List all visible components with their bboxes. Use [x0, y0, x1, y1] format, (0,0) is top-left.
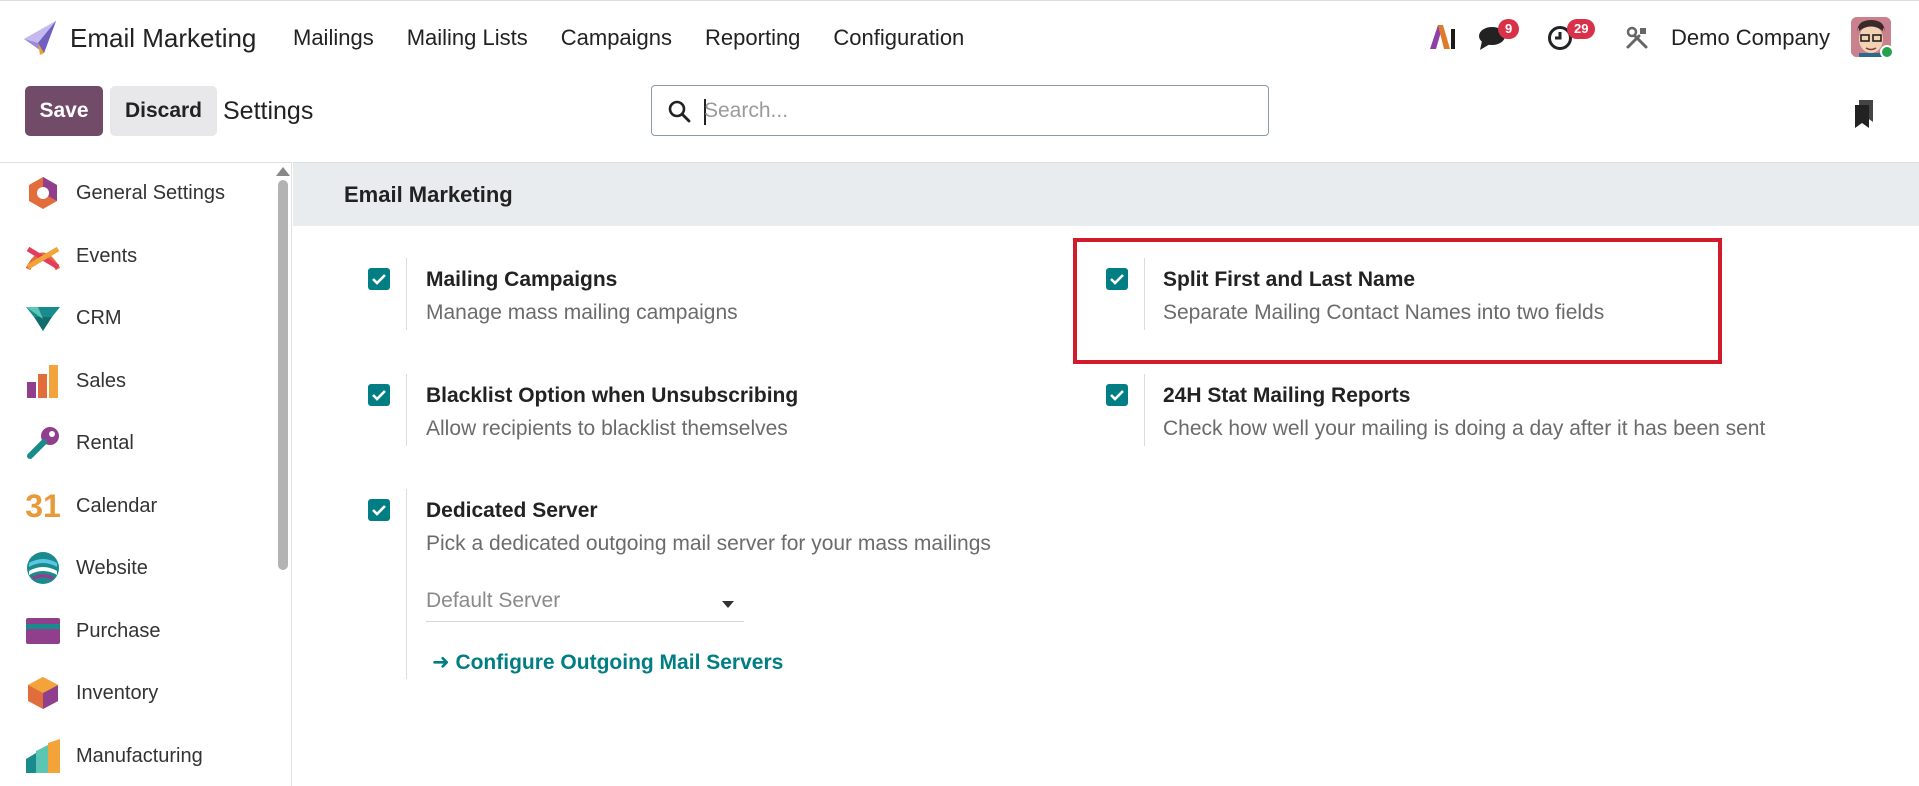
breadcrumb: Settings: [223, 97, 314, 125]
highlight-box: [1073, 238, 1722, 364]
setting-divider: [406, 489, 407, 679]
setting-divider: [1144, 374, 1145, 446]
menu-configuration[interactable]: Configuration: [833, 25, 964, 51]
sidebar-item-label: Sales: [76, 369, 127, 392]
sidebar-item-label: Rental: [76, 431, 134, 454]
dedicated-server-description: Pick a dedicated outgoing mail server fo…: [426, 532, 991, 555]
stat-reports-checkbox[interactable]: [1106, 384, 1128, 406]
scroll-up-arrow[interactable]: [276, 167, 290, 176]
search-icon: [668, 100, 691, 123]
sidebar-item-events[interactable]: Events: [0, 229, 270, 283]
blacklist-option-checkbox[interactable]: [368, 384, 390, 406]
blacklist-option-description: Allow recipients to blacklist themselves: [426, 417, 788, 440]
search-input[interactable]: [702, 96, 1242, 126]
menu-mailings[interactable]: Mailings: [293, 25, 374, 51]
top-navbar: Email Marketing Mailings Mailing Lists C…: [0, 0, 1919, 76]
menu-reporting[interactable]: Reporting: [705, 25, 800, 51]
menu-mailing-lists[interactable]: Mailing Lists: [407, 25, 528, 51]
mail-server-select-value: Default Server: [426, 589, 561, 612]
discard-button[interactable]: Discard: [110, 86, 217, 136]
mailing-campaigns-description: Manage mass mailing campaigns: [426, 301, 738, 324]
mail-server-select[interactable]: Default Server: [426, 589, 744, 622]
general-settings-icon: [29, 177, 57, 209]
blacklist-option-title: Blacklist Option when Unsubscribing: [426, 384, 799, 407]
sidebar-item-label: Purchase: [76, 619, 161, 642]
manufacturing-icon: [26, 739, 60, 773]
ai-icon[interactable]: [1428, 23, 1456, 51]
website-icon: [27, 552, 59, 584]
setting-divider: [406, 258, 407, 330]
inventory-icon: [28, 677, 58, 709]
menu-campaigns[interactable]: Campaigns: [561, 25, 672, 51]
settings-sidebar: General Settings Events CRM Sales Rental…: [0, 162, 292, 786]
mailing-campaigns-title: Mailing Campaigns: [426, 268, 618, 291]
activities-count-badge: 29: [1567, 19, 1596, 39]
sidebar-item-calendar[interactable]: 31 Calendar: [0, 479, 270, 533]
tools-icon[interactable]: [1625, 26, 1649, 50]
sidebar-item-general-settings[interactable]: General Settings: [0, 166, 270, 220]
sidebar-item-label: Inventory: [76, 681, 159, 704]
configure-link-label: Configure Outgoing Mail Servers: [455, 651, 784, 674]
company-switcher[interactable]: Demo Company: [1671, 25, 1830, 51]
setting-divider: [406, 374, 407, 446]
checkmark-icon: [372, 274, 386, 285]
sidebar-item-crm[interactable]: CRM: [0, 291, 270, 345]
stat-reports-description: Check how well your mailing is doing a d…: [1163, 417, 1766, 440]
rental-icon: [27, 427, 59, 459]
search-box[interactable]: [651, 85, 1269, 136]
sales-icon: [27, 365, 58, 398]
dedicated-server-checkbox[interactable]: [368, 499, 390, 521]
email-marketing-logo-icon[interactable]: [22, 19, 58, 57]
messages-count-badge: 9: [1498, 19, 1520, 39]
sidebar-item-website[interactable]: Website: [0, 541, 270, 595]
checkmark-icon: [372, 505, 386, 516]
sidebar-item-purchase[interactable]: Purchase: [0, 604, 270, 658]
sidebar-item-label: Calendar: [76, 494, 158, 517]
configure-mail-servers-link[interactable]: ➜ Configure Outgoing Mail Servers: [432, 650, 783, 675]
sidebar-item-sales[interactable]: Sales: [0, 354, 270, 408]
sidebar-item-label: General Settings: [76, 181, 225, 204]
crm-icon: [26, 307, 60, 331]
arrow-right-icon: ➜: [432, 651, 456, 674]
sidebar-scrollbar[interactable]: [278, 180, 288, 570]
section-title: Email Marketing: [344, 182, 513, 207]
stat-reports-title: 24H Stat Mailing Reports: [1163, 384, 1411, 407]
online-status-dot: [1880, 45, 1894, 59]
sidebar-item-label: Website: [76, 556, 148, 579]
sidebar-item-label: CRM: [76, 306, 122, 329]
events-icon: [25, 246, 61, 271]
save-button[interactable]: Save: [25, 86, 103, 136]
section-header: Email Marketing: [293, 162, 1919, 226]
sidebar-item-manufacturing[interactable]: Manufacturing: [0, 729, 270, 783]
sidebar-item-label: Manufacturing: [76, 744, 203, 767]
sidebar-item-inventory[interactable]: Inventory: [0, 666, 270, 720]
app-name[interactable]: Email Marketing: [70, 23, 256, 54]
dedicated-server-title: Dedicated Server: [426, 499, 598, 522]
calendar-icon: 31: [25, 487, 61, 524]
sidebar-item-label: Events: [76, 244, 138, 267]
main-menu: Mailings Mailing Lists Campaigns Reporti…: [293, 25, 964, 51]
bookmark-icon[interactable]: [1853, 100, 1875, 128]
sidebar-item-rental[interactable]: Rental: [0, 416, 270, 470]
purchase-icon: [26, 618, 60, 644]
mailing-campaigns-checkbox[interactable]: [368, 268, 390, 290]
dropdown-arrow-icon: [722, 601, 734, 608]
checkmark-icon: [372, 390, 386, 401]
checkmark-icon: [1110, 390, 1124, 401]
